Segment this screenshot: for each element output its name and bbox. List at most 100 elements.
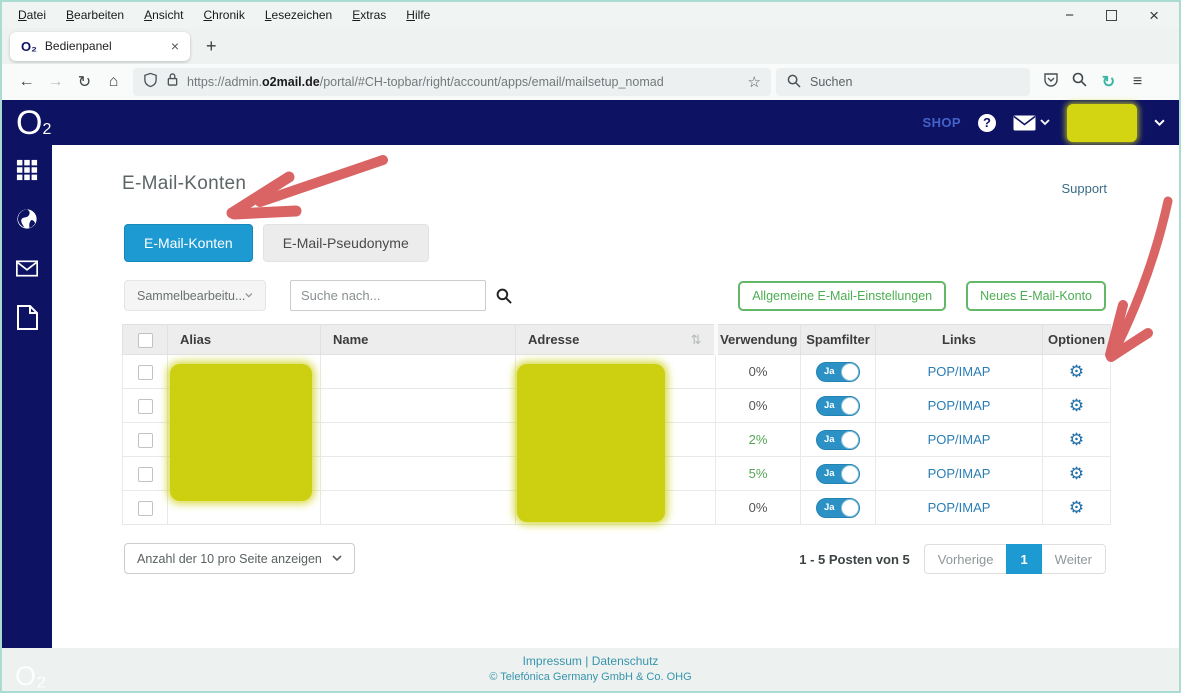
search-submit-button[interactable] (486, 280, 522, 311)
pop-imap-link[interactable]: POP/IMAP (928, 466, 991, 481)
email-settings-button[interactable]: Allgemeine E-Mail-Einstellungen (738, 281, 947, 311)
options-gear-icon[interactable]: ⚙ (1069, 362, 1084, 381)
maximize-icon[interactable] (1106, 9, 1118, 21)
help-icon[interactable]: ? (978, 113, 996, 132)
spamfilter-toggle[interactable]: Ja (816, 497, 860, 518)
refresh-icon[interactable]: ↻ (70, 72, 99, 92)
menu-ansicht[interactable]: Ansicht (134, 6, 193, 24)
page-title: E-Mail-Konten (122, 173, 247, 194)
minimize-icon[interactable]: − (1065, 8, 1074, 23)
menu-bearbeiten[interactable]: Bearbeiten (56, 6, 134, 24)
support-link[interactable]: Support (1061, 181, 1107, 196)
sort-icon[interactable]: ⇅ (691, 332, 702, 348)
restart-icon[interactable]: ↻ (1094, 72, 1123, 92)
toolbar-search-icon[interactable] (1065, 72, 1094, 92)
options-gear-icon[interactable]: ⚙ (1069, 464, 1084, 483)
row-checkbox[interactable] (137, 364, 153, 380)
mail-sidebar-icon[interactable] (16, 257, 38, 279)
browser-tab[interactable]: O₂ Bedienpanel × (10, 31, 190, 61)
pagination-buttons: Vorherige 1 Weiter (923, 544, 1106, 574)
options-gear-icon[interactable]: ⚙ (1069, 430, 1084, 449)
row-checkbox[interactable] (137, 500, 153, 516)
row-checkbox[interactable] (137, 398, 153, 414)
hamburger-menu-icon[interactable]: ≡ (1123, 73, 1152, 91)
url-host: o2mail.de (262, 75, 320, 89)
pop-imap-link[interactable]: POP/IMAP (928, 500, 991, 515)
forward-icon[interactable]: → (41, 73, 70, 91)
select-all-checkbox[interactable] (137, 332, 153, 348)
search-icon (787, 74, 801, 91)
tab-email-pseudonyme[interactable]: E-Mail-Pseudonyme (262, 224, 429, 262)
next-page-button[interactable]: Weiter (1041, 544, 1106, 574)
pop-imap-link[interactable]: POP/IMAP (928, 398, 991, 413)
menu-hilfe[interactable]: Hilfe (396, 6, 440, 24)
row-checkbox[interactable] (137, 432, 153, 448)
row-checkbox[interactable] (137, 466, 153, 482)
spamfilter-toggle[interactable]: Ja (816, 361, 860, 382)
browser-tabbar: O₂ Bedienpanel × + (2, 28, 1179, 64)
app-header: O2 SHOP ? (2, 100, 1179, 145)
menu-extras[interactable]: Extras (342, 6, 396, 24)
toggle-knob (841, 362, 859, 381)
usage-cell: 5% (715, 456, 801, 491)
col-spamfilter[interactable]: Spamfilter (800, 324, 876, 355)
options-gear-icon[interactable]: ⚙ (1069, 498, 1084, 517)
pop-imap-link[interactable]: POP/IMAP (928, 432, 991, 447)
apps-grid-icon[interactable] (16, 159, 38, 181)
menu-datei[interactable]: Datei (8, 6, 56, 24)
lock-icon[interactable] (166, 72, 179, 92)
pop-imap-link[interactable]: POP/IMAP (928, 364, 991, 379)
tab-close-icon[interactable]: × (171, 38, 179, 54)
usage-cell: 0% (715, 354, 801, 389)
shield-icon[interactable] (143, 72, 158, 93)
page-1-button[interactable]: 1 (1006, 544, 1042, 574)
spamfilter-toggle[interactable]: Ja (816, 429, 860, 450)
search-input[interactable] (290, 280, 486, 311)
impressum-link[interactable]: Impressum (523, 654, 582, 668)
url-text[interactable]: https://admin.o2mail.de/portal/#CH-topba… (187, 75, 740, 89)
app-sidebar (2, 145, 52, 648)
back-icon[interactable]: ← (12, 73, 41, 91)
spamfilter-toggle[interactable]: Ja (816, 463, 860, 484)
webmail-menu[interactable] (1013, 115, 1050, 131)
col-adresse[interactable]: Adresse ⇅ (515, 324, 716, 355)
url-bar[interactable]: https://admin.o2mail.de/portal/#CH-topba… (133, 68, 771, 96)
bulk-edit-select[interactable]: Sammelbearbeitu... (124, 280, 266, 311)
col-verwendung[interactable]: Verwendung (713, 324, 801, 355)
account-chevron-down-icon[interactable] (1154, 119, 1165, 127)
new-tab-icon[interactable]: + (206, 36, 217, 57)
shop-link[interactable]: SHOP (923, 115, 961, 130)
window-controls: − × (1065, 7, 1173, 24)
document-icon[interactable] (16, 304, 38, 330)
tab-email-konten[interactable]: E-Mail-Konten (124, 224, 253, 262)
per-page-label: Anzahl der 10 pro Seite anzeigen (137, 551, 322, 566)
o2-logo-sub: 2 (42, 120, 52, 138)
header-actions: SHOP ? (923, 103, 1165, 142)
datenschutz-link[interactable]: Datenschutz (592, 654, 659, 668)
col-optionen[interactable]: Optionen (1042, 324, 1111, 355)
account-name-redacted (1067, 103, 1137, 142)
toggle-knob (841, 498, 859, 517)
per-page-select[interactable]: Anzahl der 10 pro Seite anzeigen (124, 543, 355, 574)
menu-chronik[interactable]: Chronik (193, 6, 254, 24)
view-tabs: E-Mail-Konten E-Mail-Pseudonyme (124, 224, 429, 262)
col-name[interactable]: Name (320, 324, 516, 355)
home-icon[interactable]: ⌂ (99, 73, 128, 91)
spamfilter-toggle[interactable]: Ja (816, 395, 860, 416)
globe-icon[interactable] (16, 208, 38, 230)
name-cell (320, 422, 516, 457)
col-alias[interactable]: Alias (167, 324, 321, 355)
bookmark-star-icon[interactable]: ☆ (748, 73, 761, 91)
col-links[interactable]: Links (875, 324, 1043, 355)
previous-page-button[interactable]: Vorherige (923, 544, 1007, 574)
toggle-knob (841, 396, 859, 415)
menu-lesezeichen[interactable]: Lesezeichen (255, 6, 342, 24)
col-adresse-label: Adresse (528, 332, 580, 347)
browser-search-box[interactable]: Suchen (776, 68, 1030, 96)
new-email-account-button[interactable]: Neues E-Mail-Konto (966, 281, 1106, 311)
options-gear-icon[interactable]: ⚙ (1069, 396, 1084, 415)
search-placeholder: Suchen (810, 75, 853, 89)
pocket-icon[interactable] (1036, 72, 1065, 93)
table-header-row: Alias Name Adresse ⇅ Verwendung Spamfilte… (122, 324, 1111, 355)
close-window-icon[interactable]: × (1149, 7, 1159, 24)
